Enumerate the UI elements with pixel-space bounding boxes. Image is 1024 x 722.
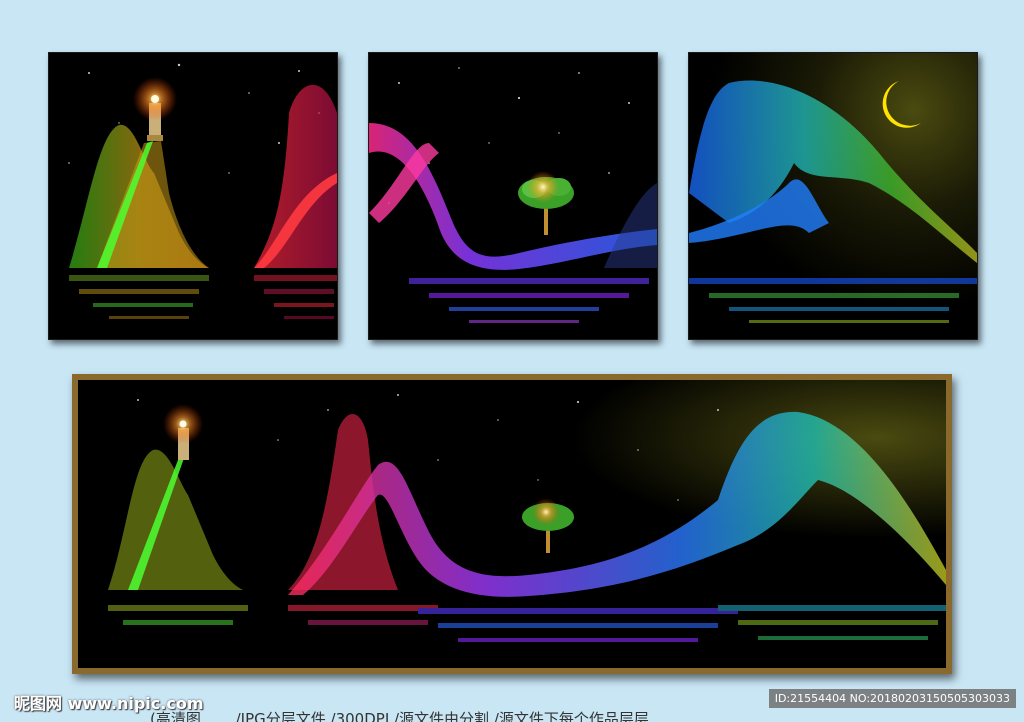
tree-scene [369,67,657,323]
lighthouse-scene [68,63,337,319]
image-id-badge: ID:21554404 NO:20180203150505303033 [768,689,1016,708]
artwork-panel-left [48,52,338,340]
moon-scene [689,53,977,339]
framed-panorama [72,374,952,674]
panorama-scene [78,380,946,668]
artwork-panel-middle [368,52,658,340]
caption-text: (高清图…… /JPG分层文件 /300DPI /源文件由分割 /源文件下每个作… [150,710,649,722]
artwork-panel-right [688,52,978,340]
